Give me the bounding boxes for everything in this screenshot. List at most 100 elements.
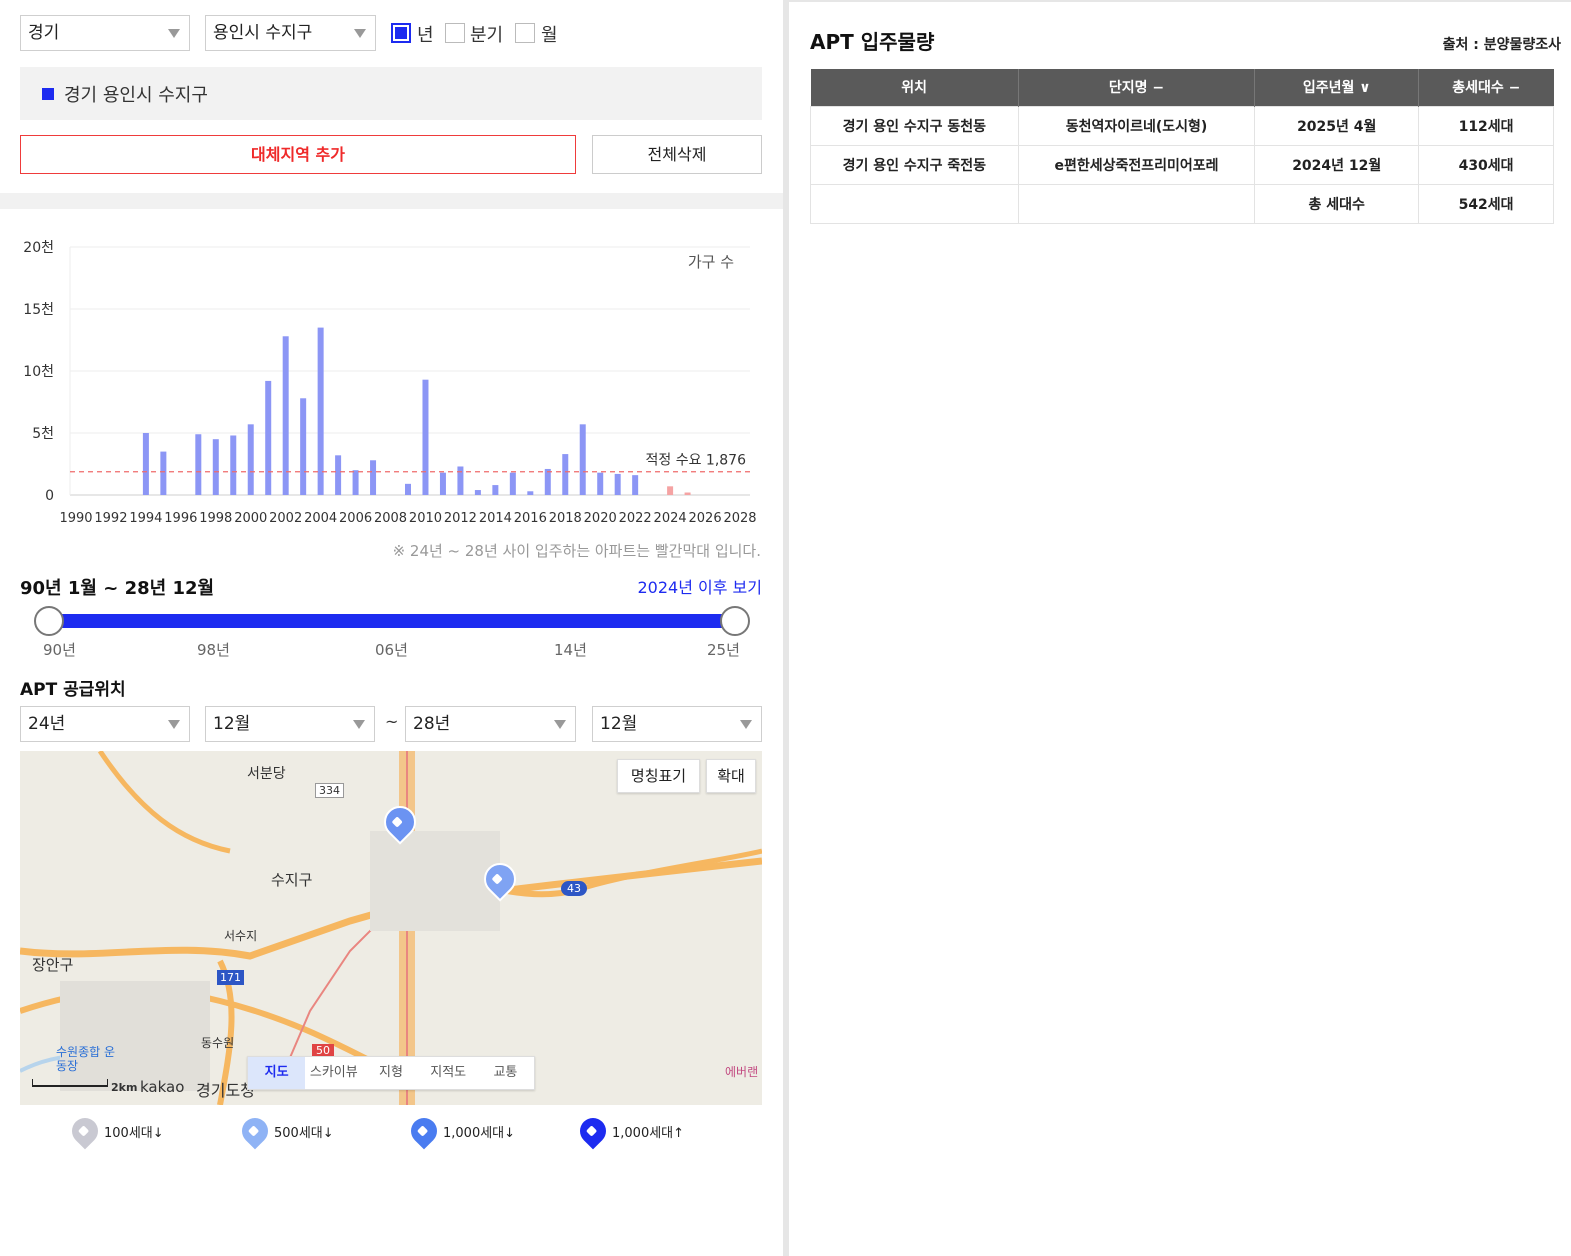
column-header-complex[interactable]: 단지명 − [1018, 69, 1256, 106]
delete-all-button[interactable]: 전체삭제 [592, 135, 762, 174]
map-scale-bar [32, 1079, 108, 1087]
bar-1999[interactable] [230, 435, 237, 495]
legend-item: 1,000세대↓ [405, 1112, 515, 1150]
bar-2006[interactable] [352, 470, 359, 495]
x-tick-label: 2022 [619, 511, 652, 526]
bar-2017[interactable] [544, 468, 551, 495]
map-type-skyview[interactable]: 스카이뷰 [305, 1057, 362, 1089]
legend-label: 500세대↓ [274, 1125, 334, 1141]
map-label: 서수지 [224, 929, 258, 943]
map-type-map[interactable]: 지도 [248, 1057, 306, 1089]
checkbox-year-label: 년 [417, 25, 434, 46]
range-slider-end-handle[interactable] [720, 606, 750, 636]
bar-2013[interactable] [474, 490, 481, 495]
kakao-logo: kakao [140, 1078, 185, 1096]
bar-2015[interactable] [509, 472, 516, 495]
x-tick-label: 2008 [374, 511, 407, 526]
marker-legend-icon [574, 1112, 612, 1150]
marker-legend-icon [236, 1112, 274, 1150]
x-tick-label: 2014 [479, 511, 512, 526]
bar-2014[interactable] [492, 485, 499, 495]
bar-2012[interactable] [457, 466, 464, 495]
legend-item: 1,000세대↑ [574, 1112, 685, 1150]
bar-2011[interactable] [439, 472, 446, 495]
after-2024-link[interactable]: 2024년 이후 보기 [638, 574, 763, 598]
table-cell: 동천역자이르네(도시형) [1017, 105, 1256, 146]
bar-2021[interactable] [614, 473, 621, 495]
map-label: 서분당 [247, 766, 286, 782]
map-type-cadastral[interactable]: 지적도 [420, 1057, 477, 1089]
zoom-button[interactable]: 확대 [706, 759, 756, 793]
bar-2025[interactable] [684, 492, 691, 495]
map-background [20, 751, 762, 1105]
chart-x-axis: 1990 1992 1994 1996 1998 2000 2002 2004 2006 2008… [59, 511, 756, 526]
range-tick: 25년 [707, 641, 740, 659]
checkbox-quarter-label: 분기 [470, 25, 504, 46]
checkbox-quarter[interactable] [445, 23, 465, 43]
bar-2024[interactable] [667, 486, 674, 495]
legend-item: 500세대↓ [236, 1112, 334, 1150]
from-year-select[interactable]: 24년 [20, 706, 190, 742]
bar-2000[interactable] [247, 424, 254, 495]
from-month-value: 12월 [213, 714, 251, 734]
to-month-select[interactable]: 12월 [592, 706, 762, 742]
map-type-switcher: 지도 스카이뷰 지형 지적도 교통 [247, 1056, 535, 1090]
legend-label: 1,000세대↑ [612, 1125, 685, 1141]
table-cell: 총 세대수 [1254, 183, 1420, 224]
show-names-button[interactable]: 명칭표기 [617, 759, 700, 793]
district-select[interactable]: 용인시 수지구 [205, 15, 376, 51]
bar-2016[interactable] [527, 491, 534, 495]
y-tick-label: 5천 [32, 426, 54, 442]
x-tick-label: 2010 [409, 511, 442, 526]
to-year-select[interactable]: 28년 [405, 706, 576, 742]
table-header-row: 위치 단지명 − 입주년월 ∨ 총세대수 − [810, 69, 1554, 106]
x-tick-label: 2024 [654, 511, 687, 526]
y-tick-label: 10천 [23, 364, 54, 380]
range-slider-start-handle[interactable] [34, 606, 64, 636]
map-label: 동수원 [201, 1036, 235, 1050]
x-tick-label: 1998 [199, 511, 232, 526]
chevron-down-icon [353, 720, 365, 729]
map-type-traffic[interactable]: 교통 [477, 1057, 534, 1089]
checkbox-month[interactable] [515, 23, 535, 43]
selected-region-label[interactable]: 경기 용인시 수지구 [64, 81, 208, 107]
table-row[interactable]: 경기 용인 수지구 동천동 동천역자이르네(도시형) 2025년 4월 112세… [810, 105, 1554, 146]
checkbox-year[interactable] [391, 23, 411, 43]
bar-2020[interactable] [597, 472, 604, 495]
chart-y-axis: 0 5천 10천 15천 20천 [23, 240, 54, 504]
bar-1997[interactable] [195, 434, 202, 495]
column-header-households[interactable]: 총세대수 − [1418, 69, 1554, 106]
bar-2019[interactable] [579, 424, 586, 495]
bar-2007[interactable] [370, 460, 377, 495]
map-type-terrain[interactable]: 지형 [362, 1057, 419, 1089]
range-slider-track[interactable] [48, 614, 736, 628]
supply-map[interactable]: 서분당 수지구 서수지 장안구 동수원 수원종합 운동장 경기도청 에버랜 33… [20, 751, 762, 1105]
bar-1998[interactable] [212, 439, 219, 495]
road-number-badge: 43 [561, 881, 587, 896]
x-tick-label: 1994 [129, 511, 162, 526]
map-label: 에버랜 [725, 1065, 759, 1079]
bar-1994[interactable] [142, 433, 149, 495]
x-tick-label: 2004 [304, 511, 337, 526]
chevron-down-icon [168, 720, 180, 729]
bar-2009[interactable] [405, 483, 411, 495]
bar-2003[interactable] [300, 398, 307, 495]
bar-2010[interactable] [422, 379, 429, 495]
column-header-move-in[interactable]: 입주년월 ∨ [1254, 69, 1420, 106]
left-panel: 경기 용인시 수지구 년 분기 월 경기 용인시 수지구 대체지역 추가 전체삭… [0, 0, 783, 1256]
table-row[interactable]: 경기 용인 수지구 죽전동 e편한세상죽전프리미어포레 2024년 12월 43… [810, 144, 1554, 185]
from-month-select[interactable]: 12월 [205, 706, 375, 742]
bar-1995[interactable] [160, 451, 167, 495]
range-separator: ~ [385, 712, 399, 731]
province-select[interactable]: 경기 [20, 15, 190, 51]
bar-2001[interactable] [265, 380, 272, 495]
apt-supply-table: 위치 단지명 − 입주년월 ∨ 총세대수 − 경기 용인 수지구 동천동 동천역… [810, 69, 1554, 224]
data-source: 출처 : 분양물량조사 [1442, 37, 1561, 53]
bar-2018[interactable] [562, 454, 569, 495]
add-alt-region-button[interactable]: 대체지역 추가 [20, 135, 576, 174]
bar-2004[interactable] [317, 327, 324, 495]
bar-2022[interactable] [632, 475, 639, 495]
bar-2005[interactable] [335, 455, 342, 495]
to-month-value: 12월 [600, 714, 638, 734]
table-cell [810, 183, 1019, 224]
